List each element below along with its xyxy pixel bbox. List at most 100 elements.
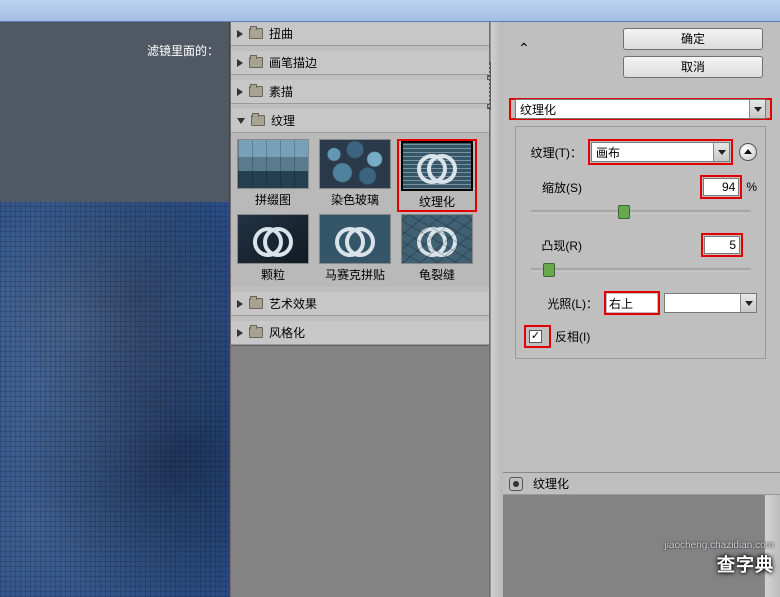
effect-layer-row[interactable]: 纹理化 — [503, 473, 780, 495]
category-distort[interactable]: 扭曲 — [231, 22, 489, 46]
light-row: 光照(L)： 右上 — [524, 291, 757, 315]
disclosure-icon — [237, 300, 243, 308]
scale-input[interactable]: 94 — [703, 178, 739, 196]
scale-slider-row — [524, 201, 757, 223]
relief-value-wrap: 5 — [701, 233, 743, 257]
scale-slider[interactable] — [530, 210, 751, 214]
category-label: 扭曲 — [269, 25, 293, 42]
watermark-text: 查字典 — [717, 551, 774, 577]
category-artistic[interactable]: 艺术效果 — [231, 292, 489, 316]
dropdown-button-icon — [713, 143, 729, 161]
thumb-texturizer[interactable]: 纹理化 — [397, 139, 477, 212]
percent-suffix: % — [746, 180, 757, 194]
ok-button[interactable]: 确定 — [623, 28, 763, 50]
sidebar-caption-text: 滤镜里面的： — [147, 44, 219, 58]
invert-wrap — [524, 325, 551, 348]
texture-dropdown[interactable]: 画布 — [591, 142, 730, 162]
slider-thumb[interactable] — [618, 205, 630, 219]
vertical-scrollbar[interactable] — [490, 22, 503, 597]
relief-label: 凸现(R) — [524, 237, 582, 254]
category-label: 风格化 — [269, 324, 305, 341]
dropdown-value: 纹理化 — [520, 101, 556, 118]
thumb-label: 拼缀图 — [255, 191, 291, 208]
invert-checkbox[interactable] — [529, 330, 542, 343]
filter-select-row: 纹理化 — [509, 98, 772, 120]
category-label: 纹理 — [271, 112, 295, 129]
filter-gallery-window: 滤镜里面的： 扭曲 画笔描边 素描 纹理 — [0, 22, 780, 597]
texture-options-fieldset: 纹理(T)： 画布 缩放(S) 94 % — [515, 126, 766, 359]
thumb-stained-glass[interactable]: 染色玻璃 — [315, 139, 395, 212]
invert-row: 反相(I) — [524, 325, 757, 348]
folder-icon — [249, 28, 263, 39]
relief-slider[interactable] — [530, 268, 751, 272]
cancel-button[interactable]: 取消 — [623, 56, 763, 78]
filter-dropdown[interactable]: 纹理化 — [515, 99, 766, 119]
dropdown-button-icon — [749, 100, 765, 118]
disclosure-icon — [237, 30, 243, 38]
thumb-label: 纹理化 — [419, 193, 455, 210]
thumb-mosaic-tiles[interactable]: 马赛克拼贴 — [315, 214, 395, 283]
texture-row: 纹理(T)： 画布 — [524, 139, 757, 165]
button-label: 确定 — [681, 32, 705, 46]
scale-value-wrap: 94 — [700, 175, 742, 199]
scale-row: 缩放(S) 94 % — [524, 175, 757, 199]
input-value: 94 — [722, 180, 735, 194]
thumb-label: 颗粒 — [261, 266, 285, 283]
relief-slider-row — [524, 259, 757, 281]
light-dropdown-wrap: 右上 — [604, 291, 660, 315]
category-brush-strokes[interactable]: 画笔描边 — [231, 51, 489, 75]
invert-label: 反相(I) — [555, 328, 590, 345]
visibility-icon[interactable] — [509, 477, 523, 491]
folder-icon — [249, 57, 263, 68]
texture-dropdown-wrap: 画布 — [588, 139, 733, 165]
input-value: 5 — [729, 238, 736, 252]
dropdown-value: 画布 — [596, 144, 620, 161]
thumb-image — [401, 214, 473, 264]
relief-row: 凸现(R) 5 — [524, 233, 757, 257]
filter-dropdown-wrap: 纹理化 — [509, 98, 772, 120]
thumb-craquelure[interactable]: 龟裂缝 — [397, 214, 477, 283]
slider-thumb[interactable] — [543, 263, 555, 277]
thumb-image — [319, 139, 391, 189]
category-label: 艺术效果 — [269, 295, 317, 312]
preview-column: 滤镜里面的： — [0, 22, 229, 597]
dropdown-button-icon — [740, 294, 756, 312]
disclosure-icon — [237, 59, 243, 67]
thumb-label: 马赛克拼贴 — [325, 266, 385, 283]
light-value-display: 右上 — [607, 294, 657, 312]
thumb-image — [319, 214, 391, 264]
dropdown-value: 右上 — [609, 295, 633, 312]
preview-canvas[interactable] — [0, 202, 229, 597]
light-dropdown[interactable] — [664, 293, 757, 313]
watermark-url: jiaocheng.chazidian.com — [664, 540, 774, 551]
options-column: ⌃ 确定 取消 纹理化 纹理(T)： 画布 — [503, 22, 780, 597]
texture-label: 纹理(T)： — [524, 144, 582, 161]
thumb-label: 龟裂缝 — [419, 266, 455, 283]
folder-icon — [251, 115, 265, 126]
category-label: 素描 — [269, 83, 293, 100]
options-spacer — [503, 363, 780, 472]
thumb-image — [237, 214, 309, 264]
texture-menu-button[interactable] — [739, 143, 757, 161]
relief-input[interactable]: 5 — [704, 236, 740, 254]
sidebar-caption: 滤镜里面的： — [0, 22, 229, 202]
folder-icon — [249, 86, 263, 97]
thumb-grain[interactable]: 颗粒 — [233, 214, 313, 283]
category-stylize[interactable]: 风格化 — [231, 321, 489, 345]
disclosure-icon — [237, 329, 243, 337]
effect-layers-panel: 纹理化 — [503, 472, 780, 597]
scale-label: 缩放(S) — [524, 179, 582, 196]
folder-icon — [249, 298, 263, 309]
thumb-patchwork[interactable]: 拼缀图 — [233, 139, 313, 212]
category-texture[interactable]: 纹理 — [231, 109, 489, 133]
category-sketch[interactable]: 素描 — [231, 80, 489, 104]
category-label: 画笔描边 — [269, 54, 317, 71]
light-label: 光照(L)： — [524, 295, 598, 312]
thumb-image — [237, 139, 309, 189]
collapse-icon[interactable]: ⌃ — [518, 40, 530, 57]
button-label: 取消 — [681, 60, 705, 74]
folder-icon — [249, 327, 263, 338]
thumb-image — [401, 141, 473, 191]
window-title-bar — [0, 0, 780, 22]
filter-list-empty-area — [231, 345, 489, 597]
